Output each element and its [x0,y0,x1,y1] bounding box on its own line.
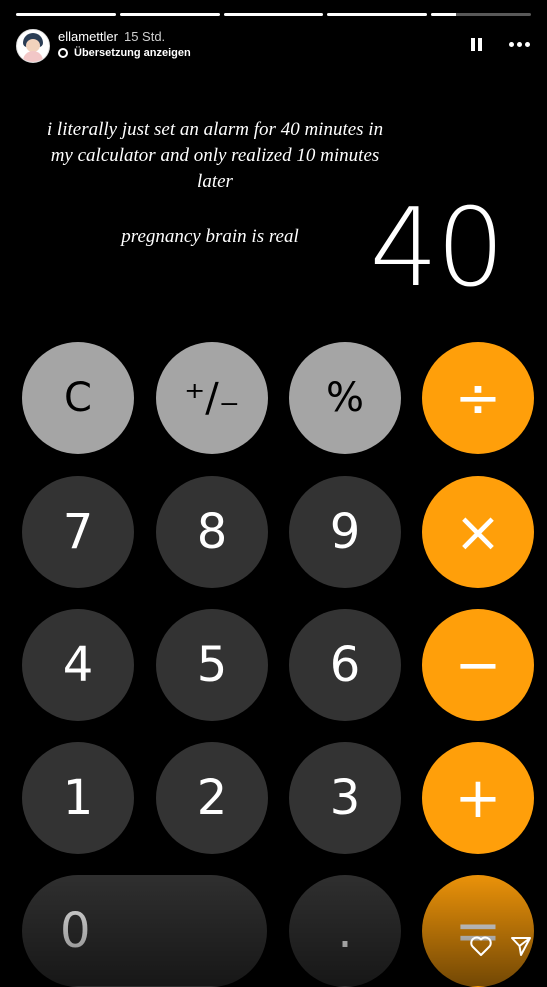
minus-label: − [454,632,502,698]
digit-2-button[interactable]: 2 [156,742,268,854]
story-progress [16,13,531,16]
calculator-display: 40 [369,186,505,311]
caption-text: i literally just set an alarm for 40 min… [46,119,384,192]
pause-icon[interactable] [471,38,482,51]
username[interactable]: ellamettler [58,29,118,44]
clear-button[interactable]: C [22,342,134,454]
progress-segment [223,13,324,16]
digit-label: 6 [329,637,361,693]
progress-segment [327,13,428,16]
digit-label: 8 [196,504,228,560]
percent-button[interactable]: % [289,342,401,454]
equals-button[interactable]: = [422,875,534,987]
avatar[interactable] [16,29,50,63]
progress-segment [431,13,531,16]
translate-icon [58,48,68,58]
caption-subtext: pregnancy brain is real [121,226,299,247]
digit-1-button[interactable]: 1 [22,742,134,854]
percent-label: % [325,375,364,421]
sign-label: ⁺∕₋ [184,375,240,421]
digit-0-button[interactable]: 0 [22,875,267,987]
digit-4-button[interactable]: 4 [22,609,134,721]
plus-button[interactable]: + [422,742,534,854]
post-time: 15 Std. [123,29,166,44]
translate-link[interactable]: Übersetzung anzeigen [58,47,191,59]
digit-3-button[interactable]: 3 [289,742,401,854]
divide-button[interactable]: ÷ [422,342,534,454]
clear-label: C [64,375,92,421]
digit-label: 9 [329,504,361,560]
send-icon[interactable] [510,935,532,957]
progress-segment [16,13,116,16]
translate-label: Übersetzung anzeigen [74,47,191,59]
digit-5-button[interactable]: 5 [156,609,268,721]
digit-label: 7 [62,504,94,560]
sign-toggle-button[interactable]: ⁺∕₋ [156,342,268,454]
progress-segment [119,13,220,16]
plus-label: + [454,765,502,831]
digit-label: 2 [196,770,228,826]
decimal-button[interactable]: . [289,875,401,987]
digit-7-button[interactable]: 7 [22,476,134,588]
multiply-label: × [454,499,502,565]
digit-8-button[interactable]: 8 [156,476,268,588]
decimal-label: . [337,903,353,959]
digit-label: 4 [62,637,94,693]
digit-label: 1 [62,770,94,826]
story-header: ellamettler 15 Std. Übersetzung anzeigen [16,26,531,66]
digit-label: 3 [329,770,361,826]
digit-label: 5 [196,637,228,693]
digit-9-button[interactable]: 9 [289,476,401,588]
user-info: ellamettler 15 Std. [58,29,165,44]
digit-6-button[interactable]: 6 [289,609,401,721]
more-options-icon[interactable] [509,38,531,50]
minus-button[interactable]: − [422,609,534,721]
heart-icon[interactable] [469,935,493,957]
divide-label: ÷ [454,365,502,431]
digit-label: 0 [60,903,91,959]
multiply-button[interactable]: × [422,476,534,588]
